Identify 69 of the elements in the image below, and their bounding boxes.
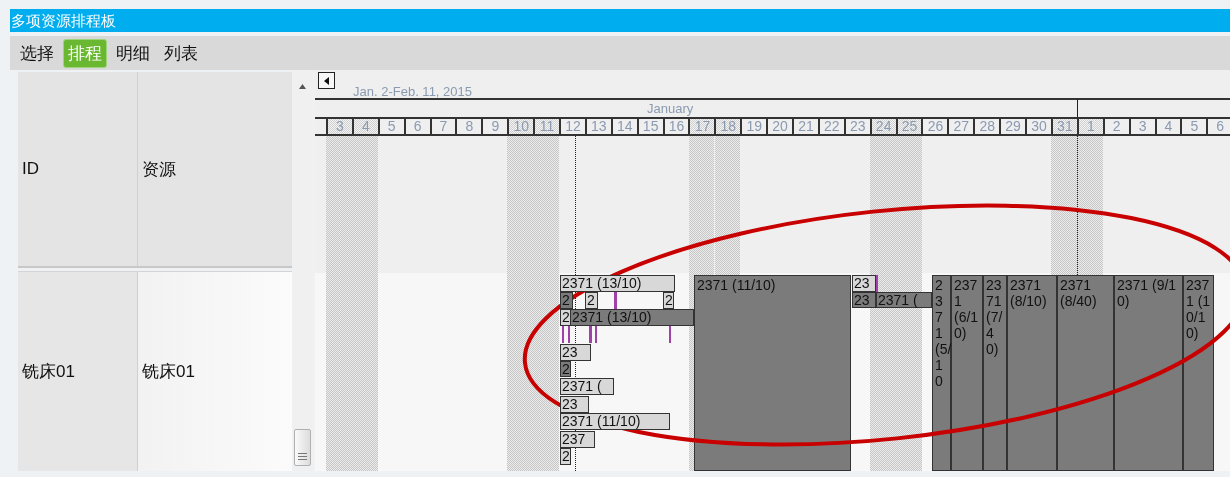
day-cell: 12 [559,119,585,134]
day-cell: 28 [973,119,1000,134]
task-bar[interactable]: 23 [560,396,589,413]
day-cell: 19 [740,119,767,134]
day-cell: 1 [1076,119,1103,134]
task-bar[interactable]: 2 [560,361,571,377]
day-cell: 5 [377,119,404,134]
day-cell: 27 [947,119,974,134]
day-cell: 31 [1050,119,1077,134]
day-cell: 3 [326,119,352,134]
task-bar[interactable]: 2 [560,448,571,465]
window-title: 多项资源排程板 [11,11,116,31]
marker-line [568,326,570,343]
day-cell: 24 [869,119,896,134]
marker-line [669,326,671,343]
day-cell: 22 [817,119,844,134]
task-bar[interactable]: 2371 (11/10) [694,275,851,471]
day-cell: 21 [792,119,818,134]
task-bar[interactable]: 2371 (13/10) [560,275,675,292]
date-range: Jan. 2-Feb. 11, 2015 [353,84,472,99]
scrollbar-thumb[interactable] [294,429,311,466]
day-cell: 4 [1154,119,1181,134]
day-cell: 4 [351,119,378,134]
task-bar[interactable]: 2371 (8/40) [1057,275,1114,471]
day-cell: 6 [1206,119,1230,134]
task-bar[interactable]: 2 [560,292,573,309]
day-cell: 6 [403,119,430,134]
day-cell: 11 [533,119,559,134]
day-cell: 8 [455,119,482,134]
marker-line [876,275,878,292]
task-bar[interactable]: 2 [663,292,674,309]
day-cell: 26 [921,119,948,134]
tab[interactable]: 选择 [15,38,59,68]
task-bar[interactable]: 2371 (8/10) [1007,275,1057,471]
day-cell: 29 [999,119,1026,134]
task-bar[interactable]: 23 [852,292,876,308]
caret-left-icon [324,76,329,85]
day-cell: 15 [636,119,663,134]
marker-line [562,326,564,343]
day-cell: 7 [429,119,456,134]
task-bar[interactable]: 2371 (9/10) [1114,275,1183,471]
tab[interactable]: 明细 [111,38,155,68]
task-bar[interactable]: 2371 (6/10) [951,275,983,471]
tab[interactable]: 列表 [159,38,203,68]
table-cell: 铣床01 [18,272,138,471]
task-bar[interactable]: 2 [585,292,598,309]
task-bar[interactable]: 2371 (11/10) [560,413,670,430]
day-cell: 10 [507,119,534,134]
day-cell: 14 [610,119,637,134]
day-cell: 2 [1102,119,1129,134]
day-cell: 13 [584,119,611,134]
day-cell: 25 [895,119,922,134]
task-bar[interactable]: 2371 (13/10) [570,309,694,326]
day-cell: 20 [766,119,793,134]
task-bar[interactable]: 237 [560,431,595,448]
marker-line [595,326,597,343]
day-cell: 17 [688,119,715,134]
day-cell: 5 [1180,119,1207,134]
day-cell: 3 [1128,119,1155,134]
task-bar[interactable]: 2371 ( [560,378,614,395]
previous-button[interactable] [318,72,335,89]
month-label: January [647,101,694,116]
day-cell: 18 [714,119,741,134]
task-bar[interactable]: 2371 (10/10) [1183,275,1214,471]
task-bar[interactable]: 2371 ( [876,292,932,308]
task-bar[interactable]: 2371 (7/40) [983,275,1007,471]
task-bar[interactable]: 23 [560,344,591,361]
scroll-up-icon[interactable] [299,84,306,89]
task-bar[interactable]: 23 [852,275,876,292]
